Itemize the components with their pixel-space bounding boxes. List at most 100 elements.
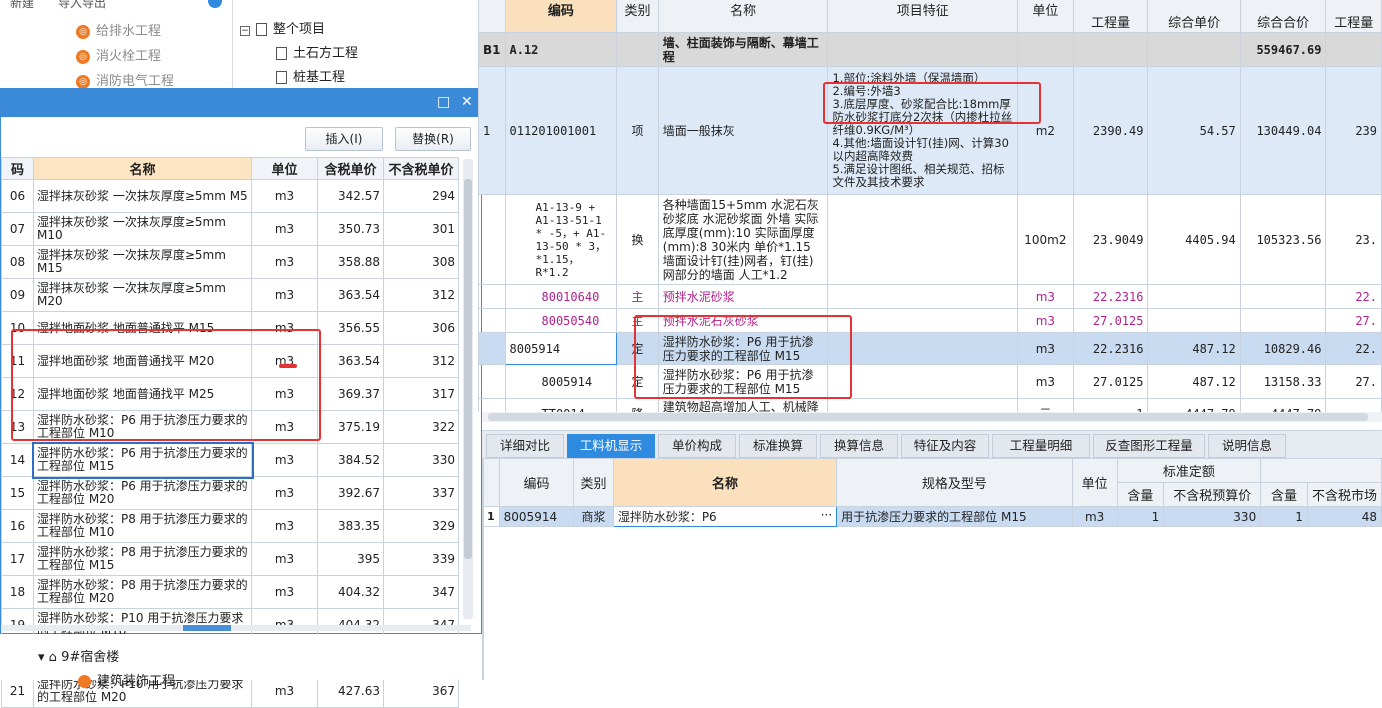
dialog-cell-tax[interactable]: 383.35 bbox=[317, 509, 384, 543]
cell-unit[interactable]: m3 bbox=[1016, 284, 1074, 309]
table-row[interactable]: 80010640 主预拌水泥砂浆 m3 22.2316 22. bbox=[478, 284, 1382, 309]
cell-code[interactable]: 80010640 bbox=[504, 284, 618, 309]
maximize-icon[interactable]: □ bbox=[437, 94, 450, 110]
insert-button[interactable]: 插入(I) bbox=[305, 127, 383, 151]
cell-market[interactable]: 48 bbox=[1306, 506, 1382, 527]
cell-qty2[interactable]: 23. bbox=[1325, 194, 1382, 285]
dialog-cell-tax[interactable]: 342.57 bbox=[317, 179, 384, 213]
dialog-cell-notax[interactable]: 301 bbox=[383, 212, 459, 246]
cell-name[interactable]: 各种墙面15+5mm 水泥石灰砂浆底 水泥砂浆面 外墙 实际底厚度(mm):10… bbox=[657, 194, 829, 285]
cell-name[interactable]: 预拌水泥砂浆 bbox=[657, 284, 829, 309]
dialog-cell-notax[interactable]: 329 bbox=[383, 509, 459, 543]
cell-code[interactable]: 8005914 bbox=[498, 506, 575, 527]
col-spec[interactable]: 规格及型号 bbox=[836, 458, 1073, 507]
cell-unit[interactable] bbox=[1016, 32, 1074, 67]
cell-unit[interactable]: m3 bbox=[1016, 364, 1074, 399]
tab-6[interactable]: 工程量明细 bbox=[992, 434, 1090, 458]
dialog-scrollbar[interactable] bbox=[463, 159, 473, 619]
cell-feature[interactable] bbox=[827, 32, 1018, 67]
cell-unit[interactable]: m3 bbox=[1016, 332, 1074, 365]
cell-total[interactable] bbox=[1239, 308, 1327, 333]
cell-qty2[interactable]: 22. bbox=[1325, 332, 1382, 365]
dialog-cell-code[interactable]: 07 bbox=[1, 212, 34, 246]
table-row[interactable]: 80050540 主预拌水泥石灰砂浆 m3 27.0125 27. bbox=[478, 308, 1382, 333]
dialog-cell-name[interactable]: 湿拌防水砂浆：P6 用于抗渗压力要求的工程部位 M20 bbox=[33, 476, 252, 510]
dialog-cell-notax[interactable]: 337 bbox=[383, 476, 459, 510]
cell-qty2[interactable]: 22. bbox=[1325, 284, 1382, 309]
dialog-cell-notax[interactable]: 330 bbox=[383, 443, 459, 477]
cell-feature[interactable] bbox=[827, 398, 1018, 412]
more-icon[interactable]: ··· bbox=[821, 508, 832, 522]
table-row[interactable]: A1-13-9 + A1-13-51-1 * -5，+ A1-13-50 * 3… bbox=[478, 194, 1382, 285]
tab-1[interactable]: 工料机显示 bbox=[567, 434, 655, 458]
dialog-cell-unit[interactable]: m3 bbox=[251, 443, 318, 477]
dialog-cell-notax[interactable]: 347 bbox=[383, 575, 459, 609]
cell-qty2[interactable]: 239 bbox=[1325, 66, 1382, 195]
dialog-cell-notax[interactable]: 312 bbox=[383, 344, 459, 378]
dialog-cell-unit[interactable]: m3 bbox=[251, 212, 318, 246]
dialog-cell-code[interactable]: 17 bbox=[1, 542, 34, 576]
dialog-cell-tax[interactable]: 363.54 bbox=[317, 344, 384, 378]
col-qty2[interactable]: 工程量 bbox=[1325, 0, 1382, 33]
dialog-cell-notax[interactable]: 339 bbox=[383, 542, 459, 576]
tree-item-hydrant[interactable]: ◎ 消火栓工程 bbox=[76, 45, 161, 64]
dialog-cell-notax[interactable]: 312 bbox=[383, 278, 459, 312]
col-feature[interactable]: 项目特征 bbox=[827, 0, 1018, 33]
cell-feature[interactable] bbox=[827, 194, 1018, 285]
col-notax-price[interactable]: 不含税单价 bbox=[383, 157, 459, 180]
table-row[interactable]: 8005914 定湿拌防水砂浆：P6 用于抗渗压力要求的工程部位 M15 m3 27.… bbox=[478, 364, 1382, 399]
table-row[interactable]: 14 湿拌防水砂浆：P6 用于抗渗压力要求的工程部位 M15 m3 384.52 330 bbox=[1, 441, 459, 479]
dialog-cell-unit[interactable]: m3 bbox=[251, 509, 318, 543]
cell-price[interactable]: 330 bbox=[1163, 506, 1262, 527]
tab-7[interactable]: 反查图形工程量 bbox=[1093, 434, 1205, 458]
col-notax[interactable]: 不含税预算价 bbox=[1163, 482, 1262, 507]
cell-qty[interactable]: 27.0125 bbox=[1072, 308, 1149, 333]
tab-2[interactable]: 单价构成 bbox=[658, 434, 736, 458]
cell-qty2[interactable]: 27. bbox=[1325, 308, 1382, 333]
cell-qty[interactable]: 2390.49 bbox=[1072, 66, 1149, 195]
table-row[interactable]: 8005914 定湿拌防水砂浆：P6 用于抗渗压力要求的工程部位 M15 m3 22.… bbox=[478, 332, 1382, 365]
dialog-cell-notax[interactable]: 306 bbox=[383, 311, 459, 345]
table-row[interactable]: 16 湿拌防水砂浆：P8 用于抗渗压力要求的工程部位 M10 m3 383.35 329 bbox=[1, 509, 459, 543]
cell-feature[interactable] bbox=[827, 308, 1018, 333]
cell-type[interactable]: 换 bbox=[616, 194, 659, 285]
col-code[interactable]: 编码 bbox=[498, 458, 575, 507]
table-row[interactable]: 1 8005914 商浆 湿拌防水砂浆：P6 ··· 用于抗渗压力要求的工程部位 … bbox=[482, 506, 1382, 527]
dialog-cell-unit[interactable]: m3 bbox=[251, 542, 318, 576]
table-row[interactable]: 08 湿拌抹灰砂浆 一次抹灰厚度≥5mm M15 m3 358.88 308 bbox=[1, 245, 459, 279]
dialog-cell-tax[interactable]: 375.19 bbox=[317, 410, 384, 444]
dialog-cell-code[interactable]: 18 bbox=[1, 575, 34, 609]
tab-8[interactable]: 说明信息 bbox=[1208, 434, 1286, 458]
cell-unit[interactable]: 元 bbox=[1016, 398, 1074, 412]
dialog-cell-tax[interactable]: 395 bbox=[317, 542, 384, 576]
menu-new[interactable]: 新建 bbox=[10, 0, 34, 11]
dialog-cell-notax[interactable]: 294 bbox=[383, 179, 459, 213]
tree-item-pile[interactable]: 桩基工程 bbox=[276, 66, 345, 85]
cell-qty[interactable]: 23.9049 bbox=[1072, 194, 1149, 285]
col-unit[interactable]: 单位 bbox=[1071, 458, 1118, 507]
col-total[interactable]: 综合合价 bbox=[1239, 0, 1327, 33]
dialog-cell-unit[interactable]: m3 bbox=[251, 575, 318, 609]
cell-qty[interactable]: 1 bbox=[1072, 398, 1149, 412]
col-type[interactable]: 类别 bbox=[573, 458, 614, 507]
col-qty2[interactable]: 含量 bbox=[1260, 482, 1308, 507]
cell-price[interactable]: 487.12 bbox=[1147, 364, 1241, 399]
cell-qty[interactable] bbox=[1072, 32, 1149, 67]
cell-price[interactable] bbox=[1147, 32, 1241, 67]
cell-spec[interactable]: 用于抗渗压力要求的工程部位 M15 bbox=[836, 506, 1073, 527]
col-notax-market[interactable]: 不含税市场 bbox=[1306, 482, 1382, 507]
cell-feature[interactable] bbox=[827, 284, 1018, 309]
cell-total[interactable]: 13158.33 bbox=[1239, 364, 1327, 399]
cell-name[interactable]: 建筑物超高增加人工、机械降效 bbox=[657, 398, 829, 412]
cell-type[interactable] bbox=[616, 32, 659, 67]
cell-unit[interactable]: m3 bbox=[1016, 308, 1074, 333]
col-type[interactable]: 类别 bbox=[616, 0, 659, 33]
tab-4[interactable]: 换算信息 bbox=[820, 434, 898, 458]
cell-total[interactable]: 4447.79 bbox=[1239, 398, 1327, 412]
cell-feature[interactable] bbox=[827, 364, 1018, 399]
cell-qty2[interactable]: 27. bbox=[1325, 364, 1382, 399]
cell-name[interactable]: 墙、柱面装饰与隔断、幕墙工程 bbox=[657, 32, 829, 67]
cell-price[interactable] bbox=[1147, 308, 1241, 333]
cell-code[interactable]: A1-13-9 + A1-13-51-1 * -5，+ A1-13-50 * 3… bbox=[504, 194, 618, 285]
dialog-cell-code[interactable]: 08 bbox=[1, 245, 34, 279]
